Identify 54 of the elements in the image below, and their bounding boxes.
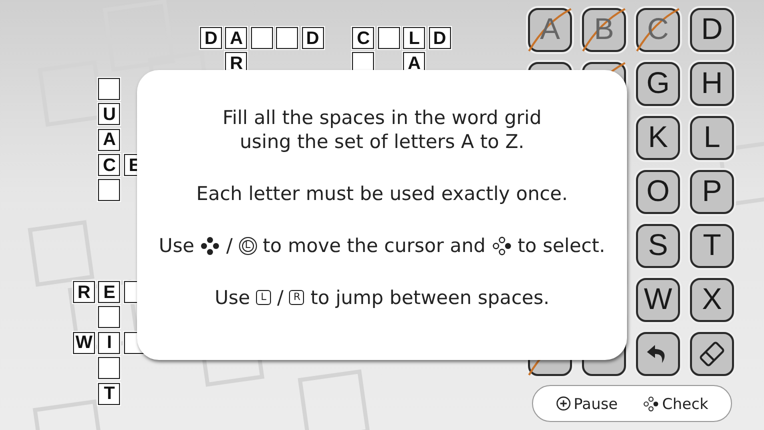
dpad-icon [200,236,220,256]
letter-key[interactable]: D [690,8,734,52]
instruction-text: Use [158,234,194,259]
instruction-text: to move the cursor and [262,234,486,259]
letter-tile[interactable]: D [428,27,451,49]
letter-tile[interactable]: E [98,281,120,303]
plus-icon [556,396,571,411]
instruction-text: Fill all the spaces in the word grid using the set of letters A to Z. [222,106,542,156]
empty-tile[interactable] [98,357,120,380]
undo-button[interactable] [636,332,680,376]
letter-tile[interactable]: L [403,27,426,49]
empty-tile[interactable] [98,179,120,202]
letter-tile[interactable]: R [73,281,95,303]
letter-tile[interactable]: T [98,382,120,405]
empty-tile[interactable] [98,306,120,328]
letter-key[interactable]: S [636,224,680,268]
letter-tile[interactable]: A [225,27,248,49]
shoulder-button-icon: R [289,290,304,306]
letter-key[interactable]: K [636,116,680,160]
letter-tile[interactable]: C [352,27,374,49]
letter-tile[interactable]: C [98,154,120,176]
letter-key[interactable]: L [690,116,734,160]
letter-key[interactable]: O [636,170,680,214]
instruction-text: to jump between spaces. [310,286,550,310]
letter-key[interactable]: P [690,170,734,214]
empty-tile[interactable] [378,27,400,49]
empty-tile[interactable] [276,27,298,49]
empty-tile[interactable] [98,78,120,100]
instruction-text: Use [214,286,250,310]
letter-key[interactable]: X [690,278,734,322]
letter-key[interactable]: G [636,62,680,106]
stick-icon: L [238,237,257,256]
instruction-text: to select. [518,234,606,259]
check-button[interactable]: Check [643,394,708,412]
face-buttons-icon [643,396,660,412]
letter-tile[interactable]: D [200,27,222,49]
shoulder-button-icon: L [256,290,272,306]
letter-tile[interactable]: A [98,128,120,151]
letter-tile[interactable]: I [98,332,120,354]
letter-key[interactable]: H [690,62,734,106]
letter-key[interactable]: T [690,224,734,268]
eraser-icon [697,339,727,369]
instruction-text: / [277,286,284,310]
letter-tile[interactable]: U [98,103,120,126]
erase-button[interactable] [690,332,734,376]
letter-key[interactable]: W [636,278,680,322]
face-buttons-icon [492,236,512,256]
empty-tile[interactable] [250,27,273,49]
strike-mark [582,8,626,52]
instruction-text: Each letter must be used exactly once. [196,182,568,207]
letter-tile[interactable]: W [73,332,95,354]
instruction-text: / [226,234,233,259]
pause-button[interactable]: Pause [556,394,618,412]
letter-tile[interactable]: D [302,27,324,49]
